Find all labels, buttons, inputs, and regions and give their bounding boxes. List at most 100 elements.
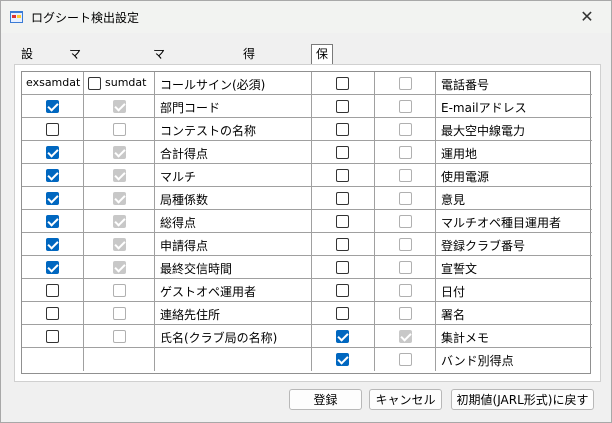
- exsamdat-checkbox[interactable]: [46, 307, 59, 320]
- tab-settings[interactable]: 設定: [17, 45, 37, 80]
- header-sumdat: sumdat: [84, 72, 155, 95]
- item-checkbox-disabled: [399, 215, 412, 228]
- sumdat-checkbox: [113, 238, 126, 251]
- item-label: 宣誓文: [441, 262, 478, 276]
- exsamdat-cell: [22, 164, 84, 187]
- checkbox-cell: [375, 187, 436, 210]
- item-label-cell: 宣誓文: [436, 256, 592, 279]
- sumdat-checkbox: [113, 261, 126, 274]
- item-label: 氏名(クラブ局の名称): [160, 331, 278, 345]
- sumdat-cell: [84, 256, 155, 279]
- item-label-cell: 集計メモ: [436, 325, 592, 348]
- item-label-cell: 総得点: [155, 210, 312, 233]
- item-checkbox[interactable]: [336, 100, 349, 113]
- item-label: マルチ: [160, 170, 197, 184]
- title-bar[interactable]: ログシート検出設定 ✕: [1, 1, 611, 33]
- tab-save-items[interactable]: 保存項目: [311, 44, 334, 118]
- exsamdat-cell: [22, 279, 84, 302]
- tab-score-code[interactable]: 得点コード: [239, 45, 259, 137]
- item-label-cell: 署名: [436, 302, 592, 325]
- item-checkbox[interactable]: [336, 77, 349, 90]
- exsamdat-checkbox[interactable]: [46, 169, 59, 182]
- exsamdat-cell: [22, 233, 84, 256]
- header-exsamdat: exsamdat: [22, 72, 84, 95]
- item-checkbox[interactable]: [336, 146, 349, 159]
- item-label-cell: マルチオペ種目運用者: [436, 210, 592, 233]
- exsamdat-cell: [22, 187, 84, 210]
- exsamdat-checkbox[interactable]: [46, 215, 59, 228]
- item-checkbox[interactable]: [336, 123, 349, 136]
- exsamdat-checkbox[interactable]: [46, 146, 59, 159]
- item-checkbox-disabled: [399, 238, 412, 251]
- checkbox-cell: [312, 118, 375, 141]
- close-button[interactable]: ✕: [563, 1, 611, 33]
- item-checkbox[interactable]: [336, 238, 349, 251]
- item-checkbox-disabled: [399, 284, 412, 297]
- item-checkbox[interactable]: [336, 192, 349, 205]
- empty-cell: [84, 348, 155, 371]
- exsamdat-checkbox[interactable]: [46, 100, 59, 113]
- item-checkbox-disabled: [399, 146, 412, 159]
- dialog-window: ログシート検出設定 ✕ 設定 マルチコード マルチコード2 得点コード 保存項目…: [0, 0, 612, 423]
- item-checkbox[interactable]: [336, 261, 349, 274]
- item-checkbox[interactable]: [336, 330, 349, 343]
- exsamdat-checkbox[interactable]: [46, 238, 59, 251]
- item-label-cell: 運用地: [436, 141, 592, 164]
- register-button[interactable]: 登録: [289, 389, 362, 410]
- item-label: 最終交信時間: [160, 262, 233, 276]
- exsamdat-cell: [22, 256, 84, 279]
- checkbox-cell: [375, 348, 436, 371]
- item-label-cell: ゲストオペ運用者: [155, 279, 312, 302]
- item-checkbox-disabled: [399, 77, 412, 90]
- sumdat-checkbox: [113, 146, 126, 159]
- sumdat-cell: [84, 233, 155, 256]
- reset-to-default-button[interactable]: 初期値(JARL形式)に戻す: [451, 389, 594, 410]
- exsamdat-checkbox[interactable]: [46, 284, 59, 297]
- item-label: 最大空中線電力: [441, 124, 526, 138]
- item-label: 申請得点: [160, 239, 209, 253]
- checkbox-cell: [375, 302, 436, 325]
- item-checkbox-disabled: [399, 353, 412, 366]
- sumdat-cell: [84, 164, 155, 187]
- item-checkbox[interactable]: [336, 307, 349, 320]
- header-sumdat-label: sumdat: [105, 76, 147, 89]
- item-label: 局種係数: [160, 193, 209, 207]
- item-label-cell: 最大空中線電力: [436, 118, 592, 141]
- exsamdat-cell: [22, 210, 84, 233]
- item-label: 登録クラブ番号: [441, 239, 526, 253]
- sumdat-checkbox: [113, 123, 126, 136]
- sumdat-checkbox: [113, 100, 126, 113]
- sumdat-cell: [84, 118, 155, 141]
- sumdat-cell: [84, 187, 155, 210]
- window-title: ログシート検出設定: [31, 11, 140, 25]
- item-checkbox-disabled: [399, 261, 412, 274]
- checkbox-cell: [312, 141, 375, 164]
- item-checkbox[interactable]: [336, 284, 349, 297]
- checkbox-cell: [375, 141, 436, 164]
- cancel-button[interactable]: キャンセル: [369, 389, 442, 410]
- tab-multi-code[interactable]: マルチコード: [65, 45, 85, 156]
- tab-panel-save-items: exsamdat sumdat コールサイン(必須) 電話番号 部門コード E-mailア…: [14, 64, 601, 382]
- item-label: 使用電源: [441, 170, 490, 184]
- item-checkbox[interactable]: [336, 215, 349, 228]
- exsamdat-checkbox[interactable]: [46, 123, 59, 136]
- exsamdat-checkbox[interactable]: [46, 261, 59, 274]
- tab-multi-code-2[interactable]: マルチコード2: [149, 45, 169, 175]
- sumdat-checkbox: [113, 169, 126, 182]
- empty-cell: [155, 348, 312, 371]
- sumdat-checkbox: [113, 192, 126, 205]
- item-label: 合計得点: [160, 147, 209, 161]
- sumdat-all-checkbox[interactable]: [88, 77, 101, 90]
- app-icon: [10, 11, 23, 23]
- sumdat-cell: [84, 210, 155, 233]
- item-checkbox[interactable]: [336, 169, 349, 182]
- close-icon: ✕: [580, 7, 594, 26]
- item-label-cell: 合計得点: [155, 141, 312, 164]
- exsamdat-checkbox[interactable]: [46, 192, 59, 205]
- item-label: 部門コード: [160, 101, 221, 115]
- sumdat-cell: [84, 325, 155, 348]
- exsamdat-checkbox[interactable]: [46, 330, 59, 343]
- item-label-cell: 意見: [436, 187, 592, 210]
- item-checkbox[interactable]: [336, 353, 349, 366]
- sumdat-cell: [84, 302, 155, 325]
